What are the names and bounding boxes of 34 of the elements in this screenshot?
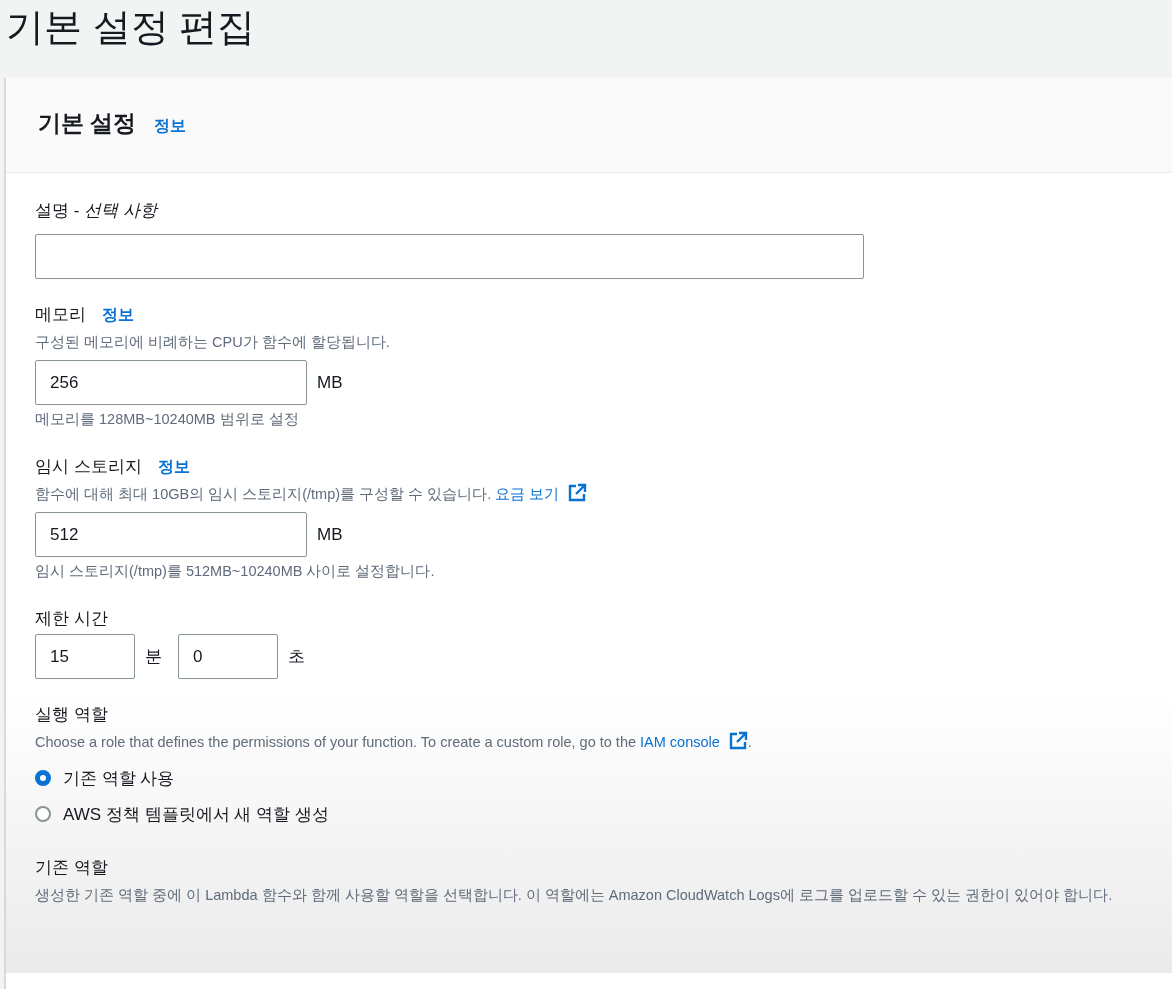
constraint-text: 메모리를 128MB~10240MB 범위로 설정 <box>35 410 300 429</box>
external-link-icon <box>727 731 748 751</box>
external-link[interactable]: 요금 보기 <box>495 486 588 502</box>
radio-option[interactable]: 기존 역할 사용 <box>35 760 175 796</box>
input-field[interactable]: 0 <box>178 634 278 679</box>
field-description: Choose a role that defines the permissions of your function. To create a custom role, go to the IAM console . <box>35 730 1140 754</box>
info-link[interactable]: 정보 <box>102 305 134 326</box>
field-label: 메모리 <box>35 304 86 326</box>
info-link[interactable]: 정보 <box>157 457 190 478</box>
unit-label: MB <box>317 372 343 393</box>
field-description: 함수에 대해 최대 10GB의 임시 스토리지(/tmp)를 구성할 수 있습니다. 요금 보기 <box>35 482 1140 506</box>
field-label: 설명 - 선택 사항 <box>35 200 157 222</box>
field-description: 생성한 기존 역할 중에 이 Lambda 함수와 함께 사용할 역할을 선택합니다. 이 역할에는 Amazon CloudWatch Logs에 로그를 업로드할 수 있는 권한이 있어야 합니다. <box>35 886 1114 905</box>
input-field[interactable] <box>35 234 864 279</box>
constraint-text: 임시 스토리지(/tmp)를 512MB~10240MB 사이로 설정합니다. <box>35 562 436 581</box>
unit-label: 초 <box>288 646 305 668</box>
external-link-icon <box>567 483 588 503</box>
info-link[interactable]: 정보 <box>154 116 187 137</box>
field-label: 임시 스토리지 <box>35 456 142 478</box>
page-title: 기본 설정 편집 <box>5 5 257 50</box>
field-label: 기존 역할 <box>35 857 108 879</box>
section-title: 기본 설정 <box>38 109 137 138</box>
field-label: 실행 역할 <box>35 704 108 726</box>
unit-label: 분 <box>145 646 162 668</box>
radio-option[interactable]: AWS 정책 템플릿에서 새 역할 생성 <box>35 796 329 832</box>
radio-button[interactable] <box>35 770 51 786</box>
field-label: 제한 시간 <box>35 608 108 630</box>
unit-label: MB <box>317 524 343 545</box>
field-description: 구성된 메모리에 비례하는 CPU가 함수에 할당됩니다. <box>35 333 391 352</box>
input-field[interactable]: 256 <box>35 360 307 405</box>
input-field[interactable]: 15 <box>35 634 135 679</box>
input-field[interactable]: 512 <box>35 512 307 557</box>
external-link[interactable]: IAM console <box>640 734 748 750</box>
radio-button[interactable] <box>35 806 51 822</box>
